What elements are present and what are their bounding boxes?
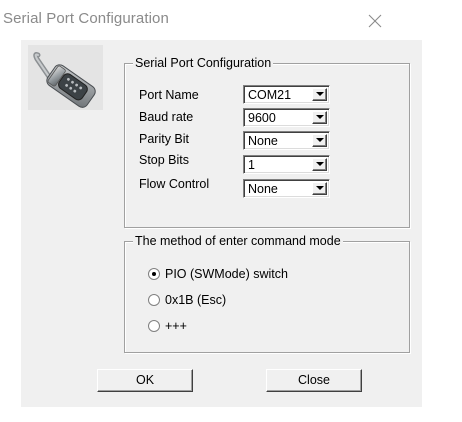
- radio-plus-plus-plus-label: +++: [165, 319, 187, 333]
- command-mode-group-label: The method of enter command mode: [133, 234, 343, 249]
- flow-control-label: Flow Control: [139, 177, 210, 191]
- parity-bit-dropdown[interactable]: None: [243, 131, 330, 150]
- baud-rate-label: Baud rate: [139, 110, 194, 124]
- close-icon[interactable]: [366, 12, 384, 30]
- parity-bit-value: None: [248, 134, 278, 148]
- port-name-chevron-down-icon[interactable]: [312, 88, 327, 101]
- radio-pio-switch-label: PIO (SWMode) switch: [165, 267, 288, 281]
- baud-rate-dropdown[interactable]: 9600: [243, 108, 330, 127]
- close-button[interactable]: Close: [266, 369, 362, 392]
- command-mode-group: The method of enter command mode PIO (SW…: [124, 234, 410, 353]
- radio-unselected-icon[interactable]: [148, 320, 160, 332]
- baud-rate-value: 9600: [248, 111, 276, 125]
- port-name-value: COM21: [248, 88, 292, 102]
- port-name-dropdown[interactable]: COM21: [243, 85, 330, 104]
- serial-port-connector-icon: [28, 45, 103, 110]
- dialog-body: Serial Port Configuration Port Name COM2…: [21, 40, 422, 407]
- flow-control-value: None: [248, 182, 278, 196]
- parity-bit-chevron-down-icon[interactable]: [312, 134, 327, 147]
- parity-bit-label: Parity Bit: [139, 132, 190, 146]
- radio-unselected-icon[interactable]: [148, 294, 160, 306]
- title-bar: Serial Port Configuration: [0, 0, 462, 40]
- flow-control-chevron-down-icon[interactable]: [312, 182, 327, 195]
- stop-bits-value: 1: [248, 158, 255, 172]
- flow-control-dropdown[interactable]: None: [243, 179, 330, 198]
- stop-bits-chevron-down-icon[interactable]: [312, 158, 327, 171]
- radio-selected-icon[interactable]: [148, 268, 160, 280]
- window-title: Serial Port Configuration: [3, 10, 169, 27]
- stop-bits-dropdown[interactable]: 1: [243, 155, 330, 174]
- radio-esc-label: 0x1B (Esc): [165, 293, 227, 307]
- stop-bits-label: Stop Bits: [139, 153, 190, 167]
- port-name-label: Port Name: [139, 88, 199, 102]
- serial-port-settings-group-label: Serial Port Configuration: [133, 56, 274, 71]
- ok-button[interactable]: OK: [97, 369, 193, 392]
- baud-rate-chevron-down-icon[interactable]: [312, 111, 327, 124]
- serial-port-settings-group: Serial Port Configuration Port Name COM2…: [124, 56, 410, 228]
